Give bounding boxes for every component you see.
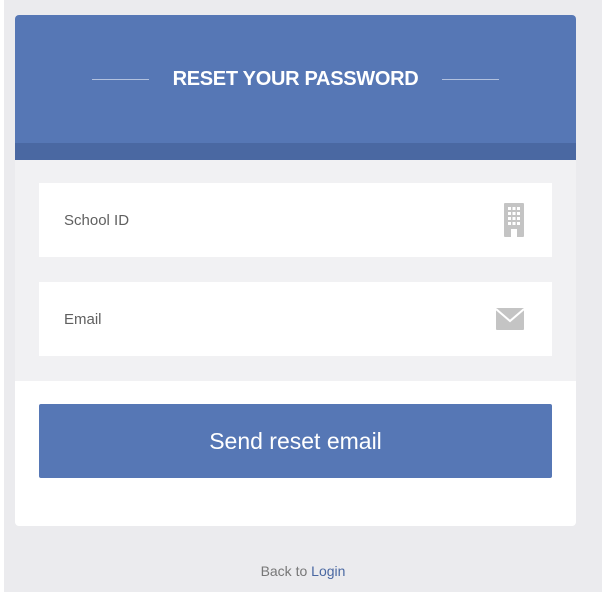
building-icon bbox=[504, 203, 524, 237]
page-title: RESET YOUR PASSWORD bbox=[172, 67, 419, 90]
footer: Back to Login bbox=[4, 563, 602, 579]
form-fields-area bbox=[15, 160, 576, 381]
email-field[interactable] bbox=[39, 282, 552, 356]
school-id-field[interactable] bbox=[39, 183, 552, 257]
header-accent-strip bbox=[15, 143, 576, 160]
send-reset-email-button[interactable]: Send reset email bbox=[39, 404, 552, 478]
school-id-input[interactable] bbox=[64, 211, 504, 229]
header-divider-left bbox=[91, 78, 149, 80]
email-input[interactable] bbox=[64, 310, 496, 328]
envelope-icon bbox=[496, 308, 524, 330]
header-divider-right bbox=[442, 78, 500, 80]
card-header: RESET YOUR PASSWORD bbox=[15, 15, 576, 143]
reset-password-card: RESET YOUR PASSWORD School ID Email Send… bbox=[15, 15, 576, 526]
login-link[interactable]: Login bbox=[311, 563, 345, 579]
back-to-text: Back to bbox=[260, 563, 308, 579]
